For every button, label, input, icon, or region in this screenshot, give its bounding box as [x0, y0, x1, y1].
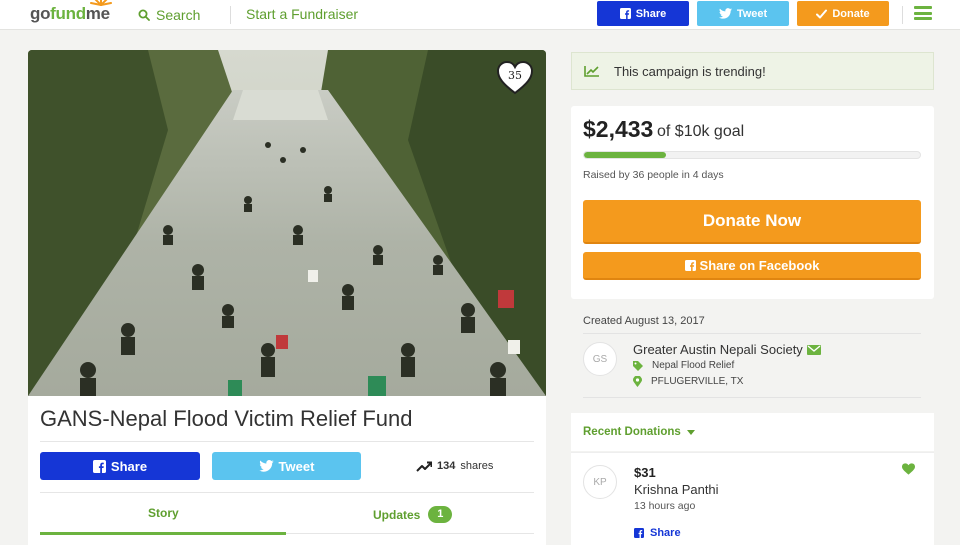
updates-count-badge: 1 [428, 506, 453, 523]
donation-share-label: Share [650, 527, 681, 539]
header-tweet-label: Tweet [736, 7, 768, 20]
tab-story[interactable]: Story [148, 506, 179, 520]
checkmark-icon [816, 9, 828, 18]
donation-time: 13 hours ago [634, 500, 696, 512]
progress-bar [583, 151, 921, 159]
donate-now-label: Donate Now [702, 211, 802, 230]
campaign-title: GANS-Nepal Flood Victim Relief Fund [40, 406, 413, 431]
campaign-card: 35 GANS-Nepal Flood Victim Relief Fund S… [28, 50, 546, 545]
share-on-facebook-button[interactable]: Share on Facebook [583, 252, 921, 280]
header-donate-label: Donate [832, 7, 870, 20]
nav-divider [902, 6, 903, 24]
organizer-location: PFLUGERVILLE, TX [651, 376, 744, 387]
tweet-label: Tweet [278, 458, 315, 474]
start-fundraiser-link[interactable]: Start a Fundraiser [246, 0, 358, 30]
trending-text: This campaign is trending! [614, 63, 766, 79]
organizer-category-row: Nepal Flood Relief [633, 360, 734, 371]
shares-number: 134 [437, 460, 456, 472]
trending-banner: This campaign is trending! [571, 52, 934, 90]
trending-chart-icon [584, 66, 599, 77]
donor-avatar: KP [583, 465, 617, 499]
gofundme-logo[interactable]: gofundme [30, 0, 112, 30]
tab-updates[interactable]: Updates 1 [373, 506, 453, 523]
divider [583, 397, 921, 398]
envelope-icon[interactable] [806, 344, 821, 355]
facebook-icon [92, 459, 106, 473]
progress-fill [584, 152, 666, 158]
divider [40, 492, 534, 493]
organizer-name-row[interactable]: Greater Austin Nepali Society [633, 342, 821, 357]
header-share-label: Share [635, 7, 667, 20]
heart-count: 35 [508, 69, 522, 82]
organizer-location-row: PFLUGERVILLE, TX [633, 376, 743, 387]
facebook-icon [619, 8, 631, 19]
donor-name: Krishna Panthi [634, 482, 719, 497]
tab-story-label: Story [148, 506, 179, 520]
facebook-share-button[interactable]: Share [40, 452, 200, 480]
donation-list-item: KP $31 Krishna Panthi 13 hours ago Share [571, 452, 934, 545]
flood-scene-image [28, 50, 546, 396]
donation-amount: $31 [634, 465, 656, 480]
recent-donations-label: Recent Donations [583, 426, 681, 438]
location-pin-icon [633, 376, 642, 387]
facebook-share-label: Share [110, 458, 148, 474]
share-on-facebook-label: Share on Facebook [699, 257, 820, 273]
tab-updates-label: Updates [373, 507, 421, 522]
recent-donations-dropdown[interactable]: Recent Donations [571, 413, 934, 451]
logo-fund: fund [50, 4, 86, 23]
trending-arrow-icon [416, 461, 432, 472]
favorite-heart-badge[interactable]: 35 [496, 60, 534, 96]
header-donate-button[interactable]: Donate [797, 1, 889, 26]
shares-suffix: shares [460, 460, 494, 472]
twitter-icon [258, 460, 274, 472]
organizer-name: Greater Austin Nepali Society [633, 342, 803, 357]
created-date: Created August 13, 2017 [583, 315, 705, 327]
hamburger-menu-icon[interactable] [914, 6, 932, 20]
tweet-button[interactable]: Tweet [212, 452, 361, 480]
raised-amount: $2,433 [583, 116, 654, 142]
goal-text: of $10k goal [657, 123, 745, 140]
logo-go: go [30, 4, 51, 23]
facebook-icon [634, 528, 644, 538]
logo-me: me [85, 4, 110, 23]
caret-down-icon [686, 429, 695, 435]
header-tweet-button[interactable]: Tweet [697, 1, 789, 26]
heart-icon[interactable] [902, 463, 915, 475]
tag-icon [633, 360, 643, 371]
shares-count: 134 shares [416, 455, 493, 477]
top-navigation-bar: gofundme Search Start a Fundraiser Share [0, 0, 960, 30]
tab-divider [286, 533, 534, 534]
twitter-icon [718, 8, 732, 19]
facebook-icon [684, 259, 696, 271]
raised-by-text: Raised by 36 people in 4 days [583, 169, 724, 181]
active-tab-indicator [40, 532, 286, 535]
organizer-category: Nepal Flood Relief [652, 360, 735, 371]
nav-divider [230, 6, 231, 24]
campaign-photo: 35 [28, 50, 546, 396]
search-link[interactable]: Search [138, 0, 200, 30]
donation-share-link[interactable]: Share [634, 527, 681, 539]
donation-summary-card: $2,433 of $10k goal Raised by 36 people … [571, 106, 934, 299]
search-label: Search [156, 7, 201, 23]
organizer-avatar: GS [583, 342, 617, 376]
search-icon [138, 9, 150, 21]
divider [40, 441, 534, 442]
header-facebook-share-button[interactable]: Share [597, 1, 689, 26]
logo-sun-icon [90, 0, 112, 6]
donate-now-button[interactable]: Donate Now [583, 200, 921, 244]
divider [583, 333, 921, 334]
